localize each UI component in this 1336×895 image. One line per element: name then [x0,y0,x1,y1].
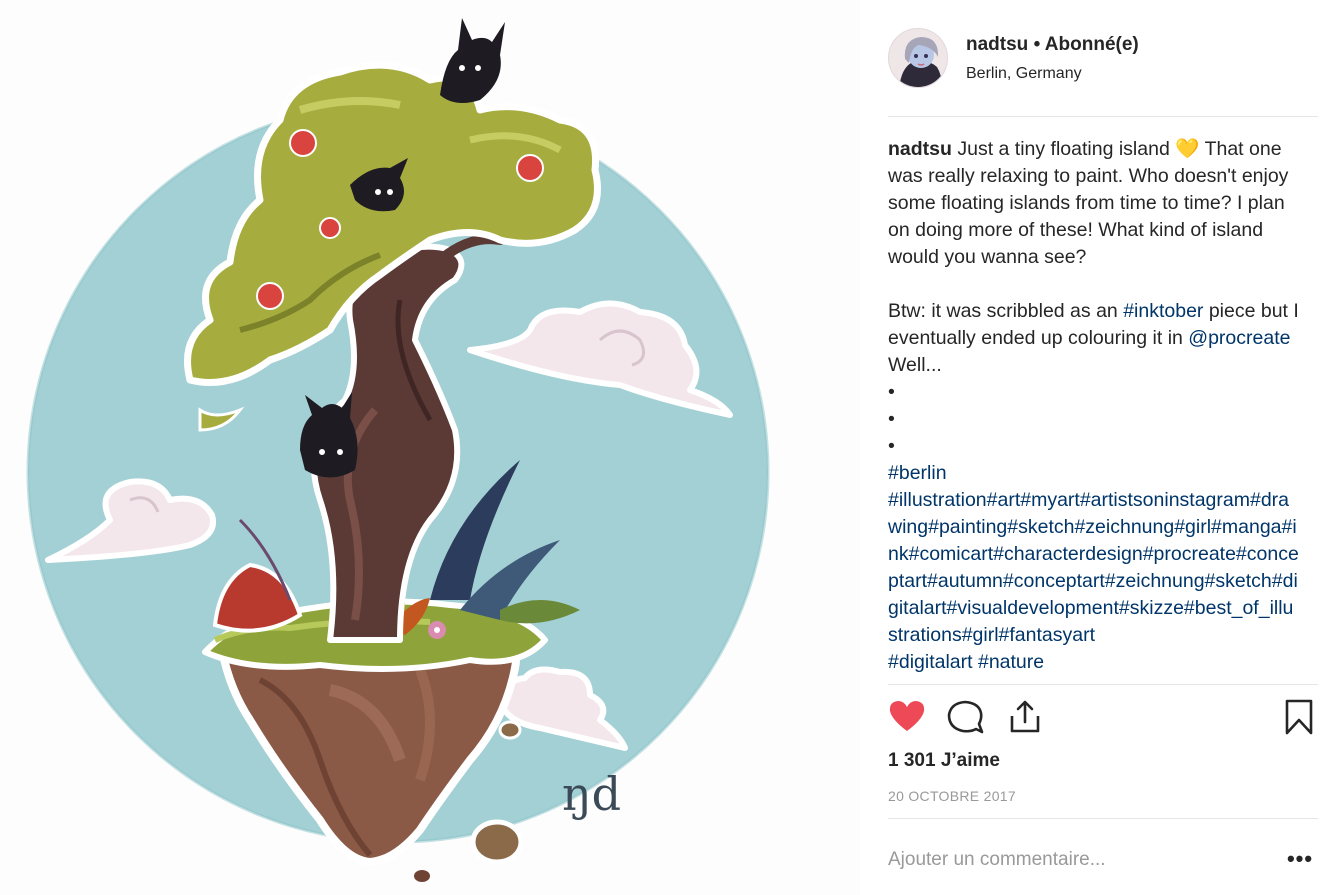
share-button[interactable] [1006,698,1044,736]
more-options-button[interactable]: ••• [1282,842,1318,878]
hashtag-inktober[interactable]: #inktober [1123,300,1203,322]
header-divider [888,116,1318,117]
caption-text-1: Just a tiny floating island [957,138,1170,160]
creature-top [440,18,505,104]
caption-bullet: • [888,435,895,457]
caption-username[interactable]: nadtsu [888,138,952,160]
share-upload-icon [1010,700,1040,733]
heart-icon [889,701,925,731]
comment-row: ••• [888,838,1318,882]
post-details-panel: nadtsu • Abonné(e) Berlin, Germany nadts… [888,0,1318,895]
likes-count[interactable]: 1 301 J’aime [888,750,1000,772]
like-button[interactable] [888,698,926,736]
caption-text-3a: Btw: it was scribbled as an [888,300,1118,322]
comment-divider [888,818,1318,819]
follow-status-button[interactable]: Abonné(e) [1045,34,1139,55]
creature-trunk [300,392,358,478]
comment-bubble-icon [947,700,984,734]
hashtag-digitalart[interactable]: #digitalart [888,651,973,673]
floating-island-illustration: ŋd [26,18,770,882]
username-link[interactable]: nadtsu [966,34,1028,55]
yellow-heart-icon: 💛 [1175,138,1200,160]
post-image[interactable]: ŋd [0,0,860,895]
hashtag-berlin[interactable]: #berlin [888,460,1303,487]
comment-input[interactable] [888,846,1268,874]
comment-button[interactable] [946,698,984,736]
save-button[interactable] [1280,698,1318,736]
post-date: 20 OCTOBRE 2017 [888,788,1016,804]
caption-divider [888,684,1318,685]
instagram-post: ŋd nadtsu • Abonné(e) Berlin, Germany na… [0,0,1336,895]
hashtags-block[interactable]: #illustration#art#myart#artistsoninstagr… [888,487,1303,649]
caption-bullet: • [888,381,895,403]
post-header: nadtsu • Abonné(e) Berlin, Germany [888,28,1318,88]
caption-text-3c: Well... [888,354,942,376]
mention-procreate[interactable]: @procreate [1188,327,1290,349]
header-user-line: nadtsu • Abonné(e) [966,34,1139,56]
apple [289,129,317,157]
artist-signature: ŋd [562,767,621,821]
avatar[interactable] [888,28,948,88]
falling-rock [470,819,524,865]
bookmark-icon [1285,699,1313,735]
action-bar [888,698,1318,738]
caption: nadtsu Just a tiny floating island 💛 Tha… [888,136,1303,676]
hashtag-nature[interactable]: #nature [978,651,1044,673]
header-separator: • [1033,34,1041,55]
caption-bullet: • [888,408,895,430]
location-link[interactable]: Berlin, Germany [966,65,1082,83]
avatar-portrait-icon [889,29,947,87]
